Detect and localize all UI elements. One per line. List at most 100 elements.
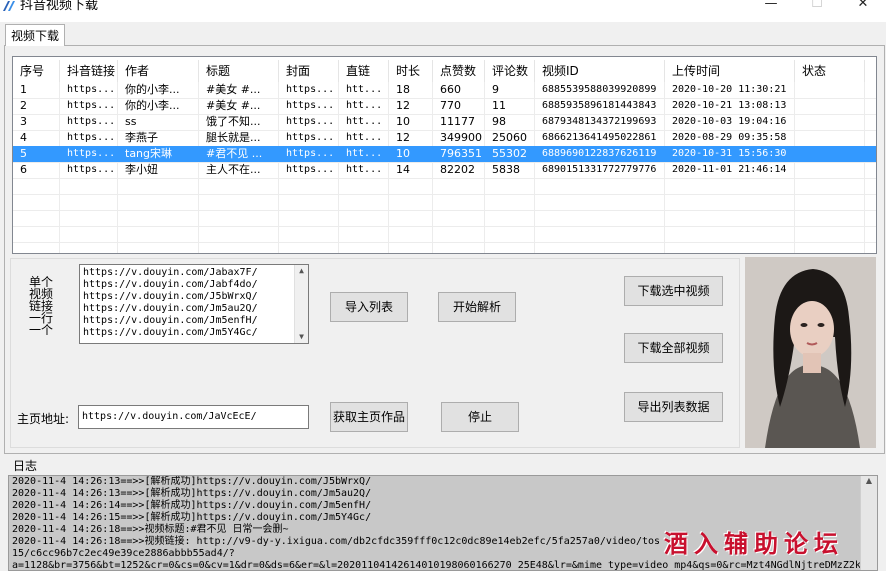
column-header[interactable]: 序号 bbox=[13, 60, 60, 82]
column-header[interactable]: 封面 bbox=[279, 60, 339, 82]
table-cell: 11 bbox=[492, 99, 506, 112]
table-cell: htt... bbox=[346, 164, 383, 175]
textarea-scrollbar[interactable]: ▲ ▼ bbox=[294, 265, 308, 343]
column-header[interactable]: 点赞数 bbox=[433, 60, 485, 82]
table-cell: https... bbox=[286, 100, 335, 111]
link-line: https://v.douyin.com/Jm5au2Q/ bbox=[83, 303, 258, 314]
video-list-table[interactable]: 序号 抖音链接 作者 标题 封面 直链 时长 点赞数 评论数 视频ID 上传时间 状态 1 https.… bbox=[12, 56, 877, 254]
table-cell: https... bbox=[286, 116, 335, 127]
fetch-homepage-button[interactable]: 获取主页作品 bbox=[330, 402, 408, 432]
scroll-down-icon[interactable]: ▼ bbox=[295, 331, 308, 343]
stop-button[interactable]: 停止 bbox=[441, 402, 519, 432]
column-header[interactable]: 上传时间 bbox=[665, 60, 795, 82]
maximize-button[interactable]: ☐ bbox=[794, 0, 840, 18]
table-cell: https... bbox=[67, 84, 116, 95]
table-cell bbox=[795, 146, 865, 162]
table-cell: #君不见 ... bbox=[206, 147, 263, 160]
table-cell: 770 bbox=[440, 99, 461, 112]
table-cell: 李燕子 bbox=[125, 131, 158, 144]
table-cell: 10 bbox=[396, 147, 410, 160]
table-row[interactable]: 5 https... tang宋琳 #君不见 ... https... htt... 10 7… bbox=[13, 146, 876, 162]
column-header[interactable]: 视频ID bbox=[535, 60, 665, 82]
link-line: https://v.douyin.com/Jm5enfH/ bbox=[83, 315, 258, 326]
table-cell: https... bbox=[286, 84, 335, 95]
column-header[interactable]: 抖音链接 bbox=[60, 60, 118, 82]
table-cell: 9 bbox=[492, 83, 499, 96]
table-cell: 2020-08-29 09:35:58 bbox=[672, 132, 787, 143]
cover-preview-image bbox=[745, 257, 876, 448]
table-cell: 6879348134372199693 bbox=[542, 116, 657, 127]
table-cell: 2020-11-01 21:46:14 bbox=[672, 164, 787, 175]
table-cell: 2020-10-03 19:04:16 bbox=[672, 116, 787, 127]
download-all-button[interactable]: 下载全部视频 bbox=[624, 333, 723, 363]
table-cell: 2020-10-20 11:30:21 bbox=[672, 84, 787, 95]
homepage-label: 主页地址: bbox=[17, 412, 70, 426]
table-cell: 6885935896181443843 bbox=[542, 100, 657, 111]
column-header[interactable]: 评论数 bbox=[485, 60, 535, 82]
log-scrollbar[interactable]: ▲ bbox=[860, 476, 877, 570]
table-cell: 98 bbox=[492, 115, 506, 128]
table-cell: https... bbox=[67, 116, 116, 127]
homepage-url-input[interactable]: https://v.douyin.com/JaVcEcE/ bbox=[78, 405, 309, 429]
table-cell: 12 bbox=[396, 131, 410, 144]
close-button[interactable]: ✕ bbox=[840, 0, 886, 18]
column-header[interactable]: 时长 bbox=[389, 60, 433, 82]
table-cell: tang宋琳 bbox=[125, 147, 173, 160]
log-line: 2020-11-4 14:26:13==>>[解析成功]https://v.do… bbox=[12, 476, 372, 487]
table-cell: ss bbox=[125, 115, 137, 128]
scroll-up-icon[interactable]: ▲ bbox=[295, 265, 308, 277]
grid-line bbox=[13, 194, 876, 195]
table-cell: 6 bbox=[20, 163, 27, 176]
table-cell: https... bbox=[286, 164, 335, 175]
grid-line bbox=[876, 82, 877, 254]
table-cell bbox=[795, 130, 865, 146]
table-cell: 10 bbox=[396, 115, 410, 128]
links-label: 单个视频链接一行一个 bbox=[28, 275, 53, 337]
log-line: 2020-11-4 14:26:13==>>[解析成功]https://v.do… bbox=[12, 488, 372, 499]
table-row[interactable]: 1 https... 你的小李... #美女 #... https... htt... 18… bbox=[13, 82, 876, 98]
column-header[interactable]: 直链 bbox=[339, 60, 389, 82]
table-row[interactable]: 4 https... 李燕子 腿长就是... https... htt... 12 34990… bbox=[13, 130, 876, 146]
download-selected-button[interactable]: 下载选中视频 bbox=[624, 276, 723, 306]
table-cell: 3 bbox=[20, 115, 27, 128]
start-parse-button[interactable]: 开始解析 bbox=[438, 292, 516, 322]
links-textarea[interactable]: https://v.douyin.com/Jabax7F/https://v.d… bbox=[79, 264, 309, 344]
table-cell: 主人不在... bbox=[206, 163, 261, 176]
import-list-button[interactable]: 导入列表 bbox=[330, 292, 408, 322]
table-cell: 5838 bbox=[492, 163, 520, 176]
table-cell: 腿长就是... bbox=[206, 131, 261, 144]
table-cell: 349900 bbox=[440, 131, 482, 144]
table-row[interactable]: 2 https... 你的小李... #美女 #... https... htt... 12… bbox=[13, 98, 876, 114]
link-line: https://v.douyin.com/Jabf4do/ bbox=[83, 279, 258, 290]
export-list-button[interactable]: 导出列表数据 bbox=[624, 392, 723, 422]
table-cell: 6885539588039920899 bbox=[542, 84, 657, 95]
table-row[interactable]: 6 https... 李小妞 主人不在... https... htt... 14 82202… bbox=[13, 162, 876, 178]
minimize-button[interactable]: — bbox=[748, 0, 794, 18]
table-cell: 2020-10-31 15:56:30 bbox=[672, 148, 787, 159]
column-header[interactable]: 状态 bbox=[795, 60, 865, 82]
table-cell: #美女 #... bbox=[206, 99, 261, 112]
scroll-up-icon[interactable]: ▲ bbox=[861, 476, 877, 485]
table-cell: htt... bbox=[346, 100, 383, 111]
table-cell: https... bbox=[67, 148, 116, 159]
column-header[interactable]: 作者 bbox=[118, 60, 199, 82]
table-cell: 2 bbox=[20, 99, 27, 112]
tab-video-download[interactable]: 视频下载 bbox=[5, 24, 65, 46]
table-cell: 1 bbox=[20, 83, 27, 96]
table-cell: 4 bbox=[20, 131, 27, 144]
column-header[interactable]: 标题 bbox=[199, 60, 279, 82]
table-cell: 6866213641495022861 bbox=[542, 132, 657, 143]
log-line: 2020-11-4 14:26:14==>>[解析成功]https://v.do… bbox=[12, 500, 372, 511]
table-cell: 饿了不知... bbox=[206, 115, 261, 128]
watermark-text: 酒入辅助论坛 bbox=[664, 529, 844, 558]
table-cell: 12 bbox=[396, 99, 410, 112]
table-cell: htt... bbox=[346, 132, 383, 143]
table-cell: 55302 bbox=[492, 147, 527, 160]
link-line: https://v.douyin.com/Jm5Y4Gc/ bbox=[83, 327, 258, 338]
table-cell: 6889690122837626119 bbox=[542, 148, 657, 159]
table-row[interactable]: 3 https... ss 饿了不知... https... htt... 10 11177 9… bbox=[13, 114, 876, 130]
table-cell: 25060 bbox=[492, 131, 527, 144]
table-cell bbox=[795, 114, 865, 130]
table-cell: htt... bbox=[346, 116, 383, 127]
table-cell: 李小妞 bbox=[125, 163, 158, 176]
